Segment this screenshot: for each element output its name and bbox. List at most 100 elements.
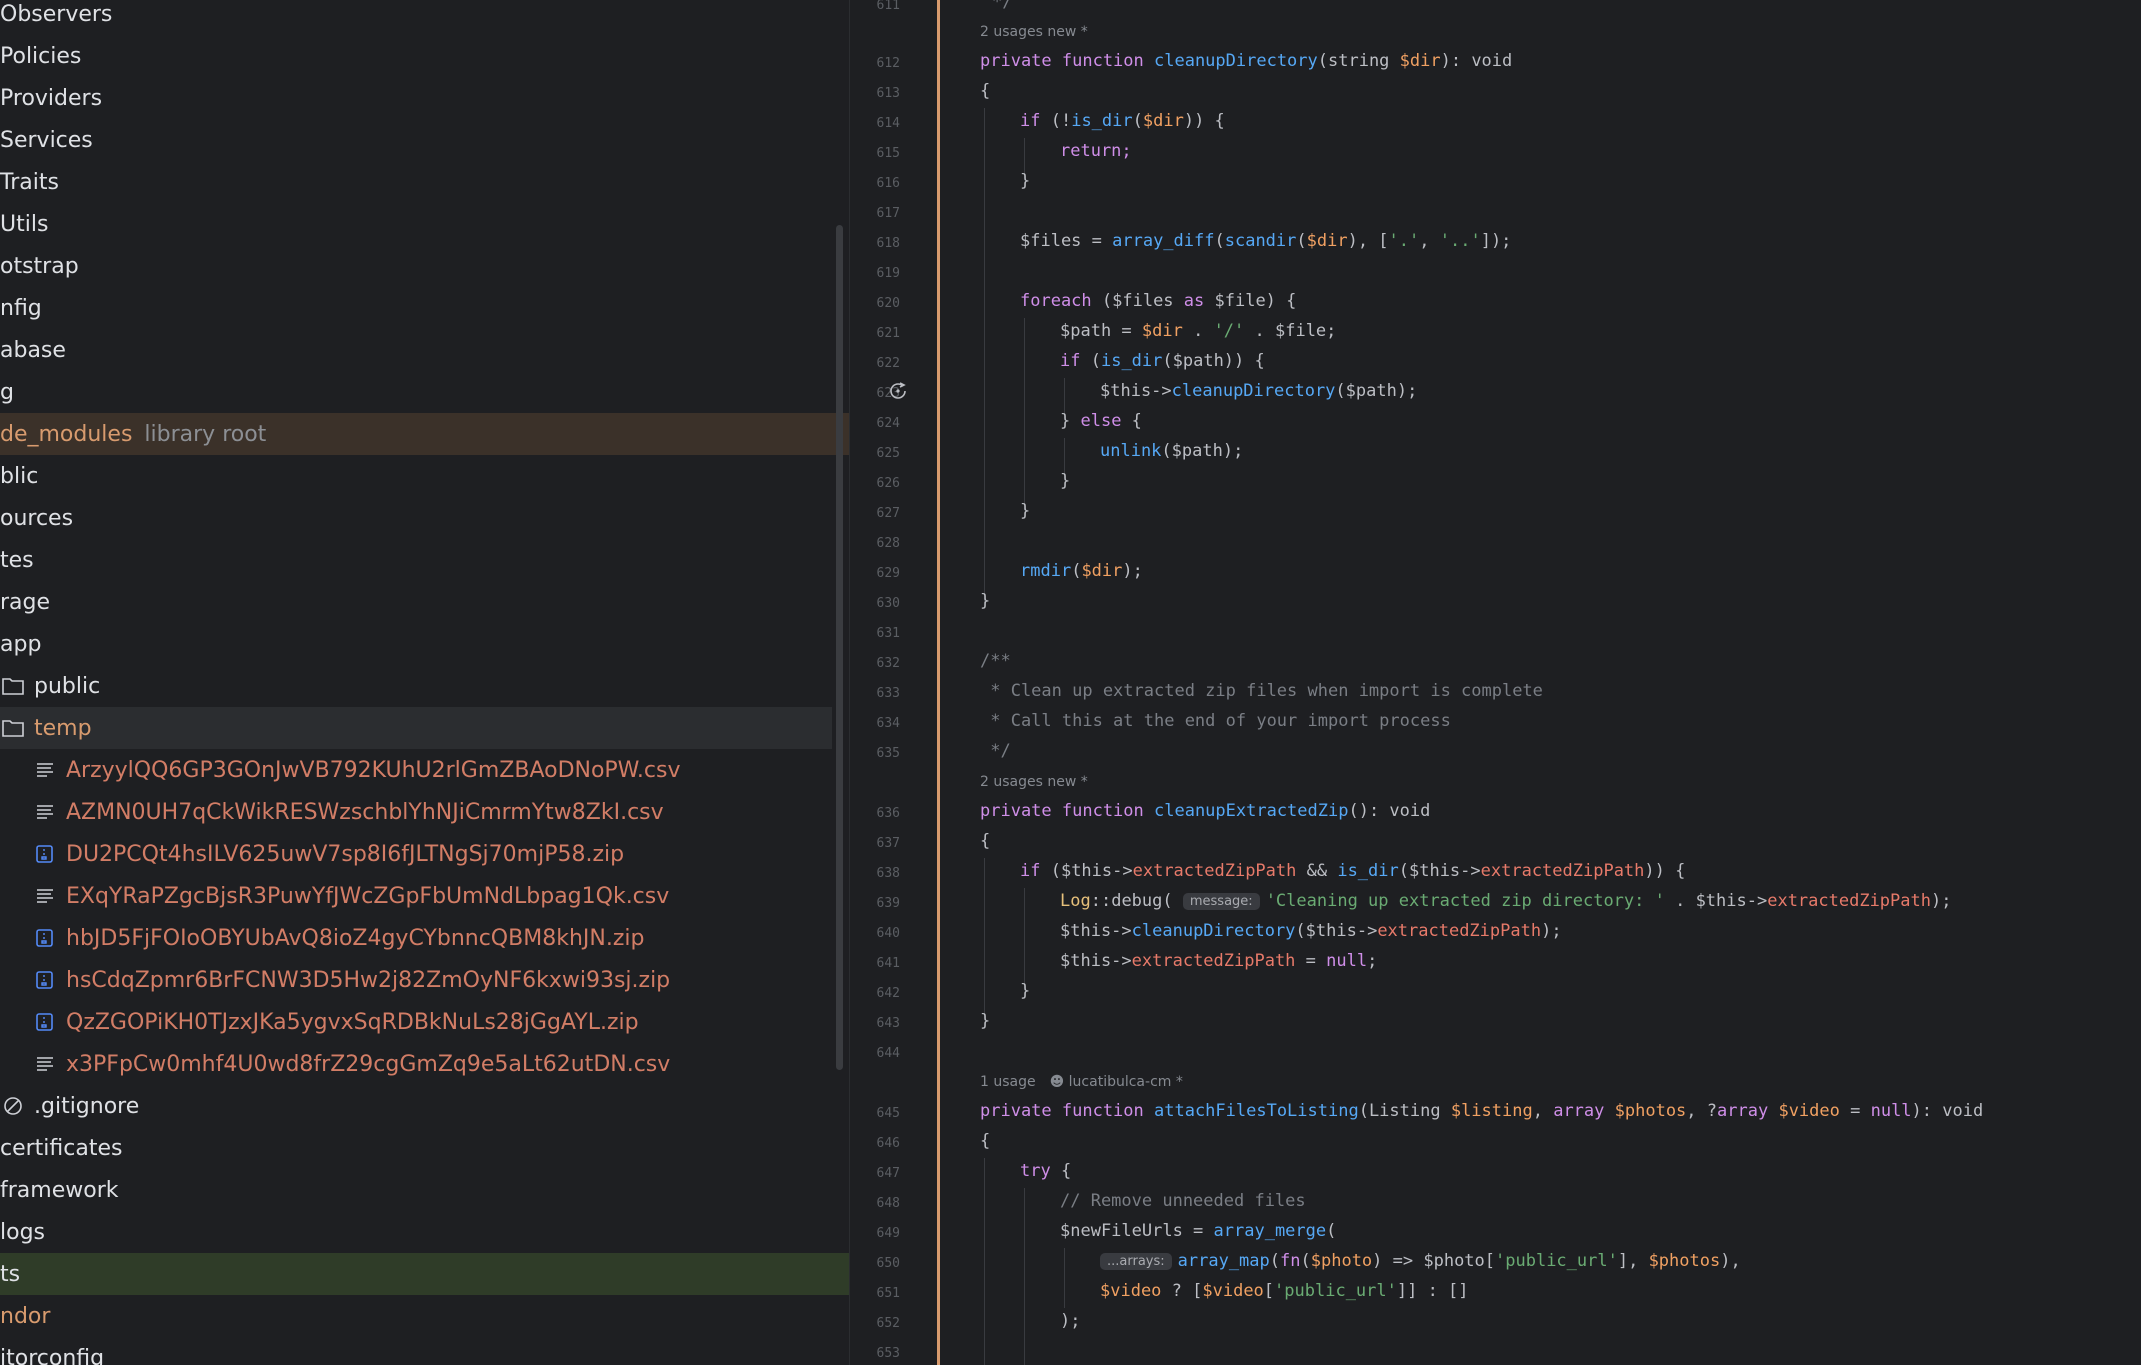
code-line: $this->extractedZipPath = null; xyxy=(1060,951,1378,971)
tree-item-label: nfig xyxy=(0,295,42,321)
line-number: 644 xyxy=(876,1046,900,1061)
tree-scrollbar[interactable] xyxy=(836,225,843,1070)
tree-item[interactable]: de_modules library root xyxy=(0,413,849,455)
tree-item-label: abase xyxy=(0,337,66,363)
param-hint: message: xyxy=(1182,893,1260,910)
tree-item[interactable]: blic xyxy=(0,455,849,497)
tree-item[interactable]: Traits xyxy=(0,161,849,203)
line-number: 643 xyxy=(876,1016,900,1031)
line-number: 634 xyxy=(876,716,900,731)
tree-item[interactable]: Services xyxy=(0,119,849,161)
tree-item[interactable]: x3PFpCw0mhf4U0wd8frZ29cgGmZq9e5aLt62utDN… xyxy=(0,1043,849,1085)
tree-item[interactable]: ts xyxy=(0,1253,849,1295)
tree-item-label: logs xyxy=(0,1219,45,1245)
tree-item[interactable]: hbJD5FjFOIoOBYUbAvQ8ioZ4gyCYbnncQBM8khJN… xyxy=(0,917,849,959)
project-tree: Observers Policies Providers Services Traits… xyxy=(0,0,849,1365)
tree-item[interactable]: tes xyxy=(0,539,849,581)
line-number: 619 xyxy=(876,266,900,281)
tree-item-label: AZMN0UH7qCkWikRESWzschblYhNJiCmrmYtw8ZkI… xyxy=(66,799,664,825)
tree-item[interactable]: Providers xyxy=(0,77,849,119)
tree-item[interactable]: hsCdqZpmr6BrFCNW3D5Hw2j82ZmOyNF6kxwi93sj… xyxy=(0,959,849,1001)
tree-item[interactable]: ArzyylQQ6GP3GOnJwVB792KUhU2rlGmZBAoDNoPW… xyxy=(0,749,849,791)
tree-item-label: tes xyxy=(0,547,34,573)
code-line: { xyxy=(980,1131,991,1151)
line-number: 612 xyxy=(876,56,900,71)
tree-item[interactable]: EXqYRaPZgcBjsR3PuwYfJWcZGpFbUmNdLbpag1Qk… xyxy=(0,875,849,917)
usages-hint[interactable]: 1 usage ☻ lucatibulca-cm * xyxy=(980,1074,1183,1090)
line-number: 614 xyxy=(876,116,900,131)
line-number: 617 xyxy=(876,206,900,221)
code-line: */ xyxy=(992,0,1013,12)
indent-guide xyxy=(1024,1188,1025,1365)
usages-hint[interactable]: 2 usages new * xyxy=(980,774,1088,790)
doc-comment: */ xyxy=(980,741,1011,761)
code-line: } xyxy=(1020,171,1031,191)
tree-item[interactable]: Policies xyxy=(0,35,849,77)
tree-item-label: x3PFpCw0mhf4U0wd8frZ29cgGmZq9e5aLt62utDN… xyxy=(66,1051,671,1077)
tree-item-label: blic xyxy=(0,463,39,489)
code-line: $this->cleanupDirectory($this->extracted… xyxy=(1060,921,1562,941)
folder-icon xyxy=(2,718,24,738)
indent-guide xyxy=(984,1158,985,1365)
folder-icon xyxy=(2,676,24,696)
code-line: if ($this->extractedZipPath && is_dir($t… xyxy=(1020,861,1686,881)
indent-guide xyxy=(984,108,985,603)
tree-item[interactable]: public xyxy=(0,665,849,707)
author-icon: ☻ xyxy=(1049,1074,1065,1090)
tree-item-label: Providers xyxy=(0,85,103,111)
tree-item[interactable]: framework xyxy=(0,1169,849,1211)
tree-item-label: DU2PCQt4hsILV625uwV7sp8I6fJLTNgSj70mjP58… xyxy=(66,841,625,867)
indent-guide xyxy=(1024,318,1025,510)
library-root-label: library root xyxy=(144,421,267,447)
line-number: 624 xyxy=(876,416,900,431)
tree-item[interactable]: app xyxy=(0,623,849,665)
text-file-icon xyxy=(34,760,56,780)
ignore-file-icon xyxy=(2,1096,24,1116)
tree-item-label: .gitignore xyxy=(34,1093,140,1119)
code-comment: // Remove unneeded files xyxy=(1060,1191,1306,1211)
tree-item[interactable]: rage xyxy=(0,581,849,623)
code-line: try { xyxy=(1020,1161,1072,1181)
tree-item-label: Utils xyxy=(0,211,49,237)
tree-item[interactable]: .gitignore xyxy=(0,1085,849,1127)
tree-item[interactable]: Utils xyxy=(0,203,849,245)
code-line: private function attachFilesToListing(Li… xyxy=(980,1101,1984,1121)
tree-item[interactable]: Observers xyxy=(0,0,849,35)
line-number: 636 xyxy=(876,806,900,821)
code-line: Log::debug( message: 'Cleaning up extract… xyxy=(1060,891,1952,911)
tree-item[interactable]: itorconfig xyxy=(0,1337,849,1365)
tree-item[interactable]: DU2PCQt4hsILV625uwV7sp8I6fJLTNgSj70mjP58… xyxy=(0,833,849,875)
usages-hint[interactable]: 2 usages new * xyxy=(980,24,1088,40)
tree-item-label: ources xyxy=(0,505,74,531)
tree-item-label: Policies xyxy=(0,43,82,69)
tree-item[interactable]: ources xyxy=(0,497,849,539)
line-number: 647 xyxy=(876,1166,900,1181)
recursion-icon[interactable] xyxy=(887,380,909,402)
archive-file-icon xyxy=(34,928,56,948)
tree-item[interactable]: AZMN0UH7qCkWikRESWzschblYhNJiCmrmYtw8ZkI… xyxy=(0,791,849,833)
line-number: 651 xyxy=(876,1286,900,1301)
code-line: ); xyxy=(1060,1311,1081,1331)
tree-item[interactable]: certificates xyxy=(0,1127,849,1169)
line-number: 649 xyxy=(876,1226,900,1241)
tree-item[interactable]: QzZGOPiKH0TJzxJKa5ygvxSqRDBkNuLs28jGgAYL… xyxy=(0,1001,849,1043)
tree-item[interactable]: abase xyxy=(0,329,849,371)
tree-item-label: Services xyxy=(0,127,93,153)
line-number: 622 xyxy=(876,356,900,371)
tree-item[interactable]: ndor xyxy=(0,1295,849,1337)
tree-item[interactable]: logs xyxy=(0,1211,849,1253)
tree-item-label: QzZGOPiKH0TJzxJKa5ygvxSqRDBkNuLs28jGgAYL… xyxy=(66,1009,639,1035)
tree-item[interactable]: g xyxy=(0,371,849,413)
tree-item[interactable]: nfig xyxy=(0,287,849,329)
code-line: private function cleanupExtractedZip(): … xyxy=(980,801,1431,821)
tree-item-label: app xyxy=(0,631,42,657)
line-number: 632 xyxy=(876,656,900,671)
line-number: 639 xyxy=(876,896,900,911)
tree-item[interactable]: temp xyxy=(0,707,832,749)
archive-file-icon xyxy=(34,1012,56,1032)
line-number: 616 xyxy=(876,176,900,191)
line-number: 650 xyxy=(876,1256,900,1271)
code-line: if (!is_dir($dir)) { xyxy=(1020,111,1225,131)
param-hint: ...arrays: xyxy=(1100,1253,1172,1270)
tree-item[interactable]: otstrap xyxy=(0,245,849,287)
